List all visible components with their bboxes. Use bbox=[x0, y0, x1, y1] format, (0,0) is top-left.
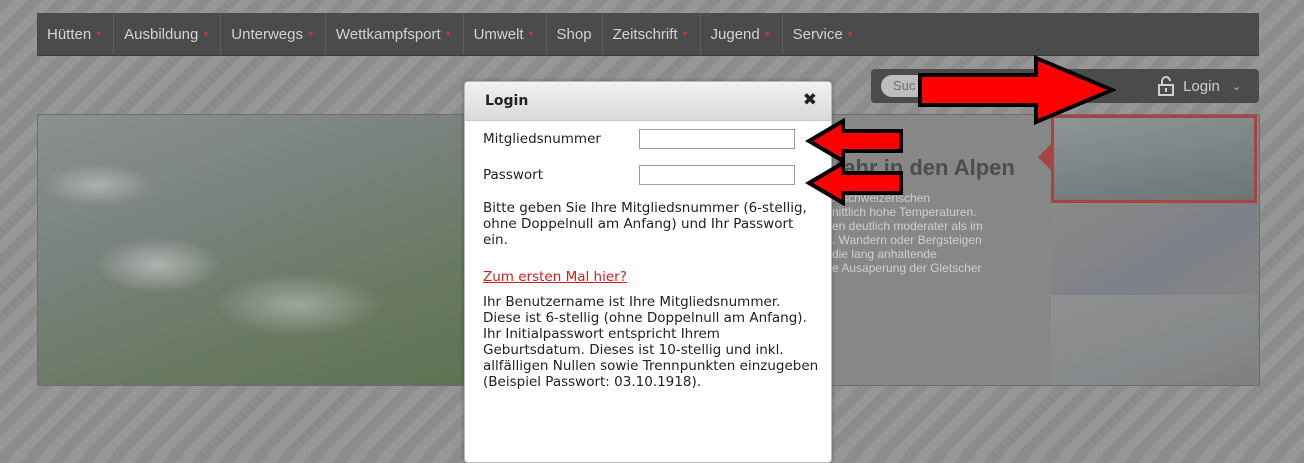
caret-down-icon: ▼ bbox=[762, 29, 772, 39]
nav-item-service[interactable]: Service ▼ bbox=[783, 13, 865, 55]
dialog-header: Login ✖ bbox=[465, 82, 831, 121]
member-number-input[interactable] bbox=[639, 129, 795, 149]
nav-item-ausbildung[interactable]: Ausbildung ▼ bbox=[114, 13, 222, 55]
login-dialog: Login ✖ Mitgliedsnummer Passwort Bitte g… bbox=[464, 81, 832, 463]
slider-thumb-1[interactable] bbox=[1051, 115, 1257, 203]
login-button[interactable]: Login ⌄ bbox=[1157, 69, 1241, 103]
caret-down-icon: ▼ bbox=[526, 29, 536, 39]
nav-item-umwelt[interactable]: Umwelt ▼ bbox=[464, 13, 547, 55]
password-input[interactable] bbox=[639, 165, 795, 185]
caret-down-icon: ▼ bbox=[305, 29, 315, 39]
member-field-row: Mitgliedsnummer bbox=[483, 129, 795, 149]
login-instruction: Bitte geben Sie Ihre Mitgliedsnummer (6-… bbox=[483, 200, 807, 248]
nav-item-unterwegs[interactable]: Unterwegs ▼ bbox=[221, 13, 326, 55]
close-icon[interactable]: ✖ bbox=[803, 90, 817, 110]
caret-down-icon: ▼ bbox=[201, 29, 211, 39]
nav-item-wettkampfsport[interactable]: Wettkampfsport ▼ bbox=[326, 13, 464, 55]
caret-down-icon: ▼ bbox=[94, 29, 104, 39]
nav-item-jugend[interactable]: Jugend ▼ bbox=[701, 13, 783, 55]
member-number-label: Mitgliedsnummer bbox=[483, 131, 601, 147]
hero-image[interactable] bbox=[38, 115, 468, 385]
slider-thumb-2[interactable] bbox=[1051, 203, 1257, 295]
arrow-to-member-field-icon bbox=[805, 118, 903, 164]
caret-down-icon: ▼ bbox=[443, 29, 453, 39]
password-field-row: Passwort bbox=[483, 165, 795, 185]
caret-down-icon: ▼ bbox=[845, 29, 855, 39]
nav-item-zeitschrift[interactable]: Zeitschrift ▼ bbox=[603, 13, 701, 55]
chevron-down-icon: ⌄ bbox=[1231, 80, 1241, 93]
active-thumb-pointer bbox=[1038, 143, 1052, 171]
password-label: Passwort bbox=[483, 167, 544, 183]
login-info-text: Ihr Benutzername ist Ihre Mitgliedsnumme… bbox=[483, 294, 819, 390]
arrow-to-password-field-icon bbox=[805, 160, 903, 206]
main-nav: Hütten ▼ Ausbildung ▼ Unterwegs ▼ Wettkampf… bbox=[37, 13, 1259, 56]
first-time-link[interactable]: Zum ersten Mal hier? bbox=[483, 269, 627, 285]
arrow-to-login-icon bbox=[918, 55, 1116, 125]
lock-icon bbox=[1158, 76, 1175, 96]
nav-item-shop[interactable]: Shop bbox=[547, 13, 603, 55]
login-label: Login bbox=[1183, 77, 1220, 95]
dialog-title: Login bbox=[485, 93, 529, 109]
slider-thumb-3[interactable] bbox=[1051, 295, 1257, 385]
nav-item-huetten[interactable]: Hütten ▼ bbox=[37, 13, 115, 55]
caret-down-icon: ▼ bbox=[680, 29, 690, 39]
